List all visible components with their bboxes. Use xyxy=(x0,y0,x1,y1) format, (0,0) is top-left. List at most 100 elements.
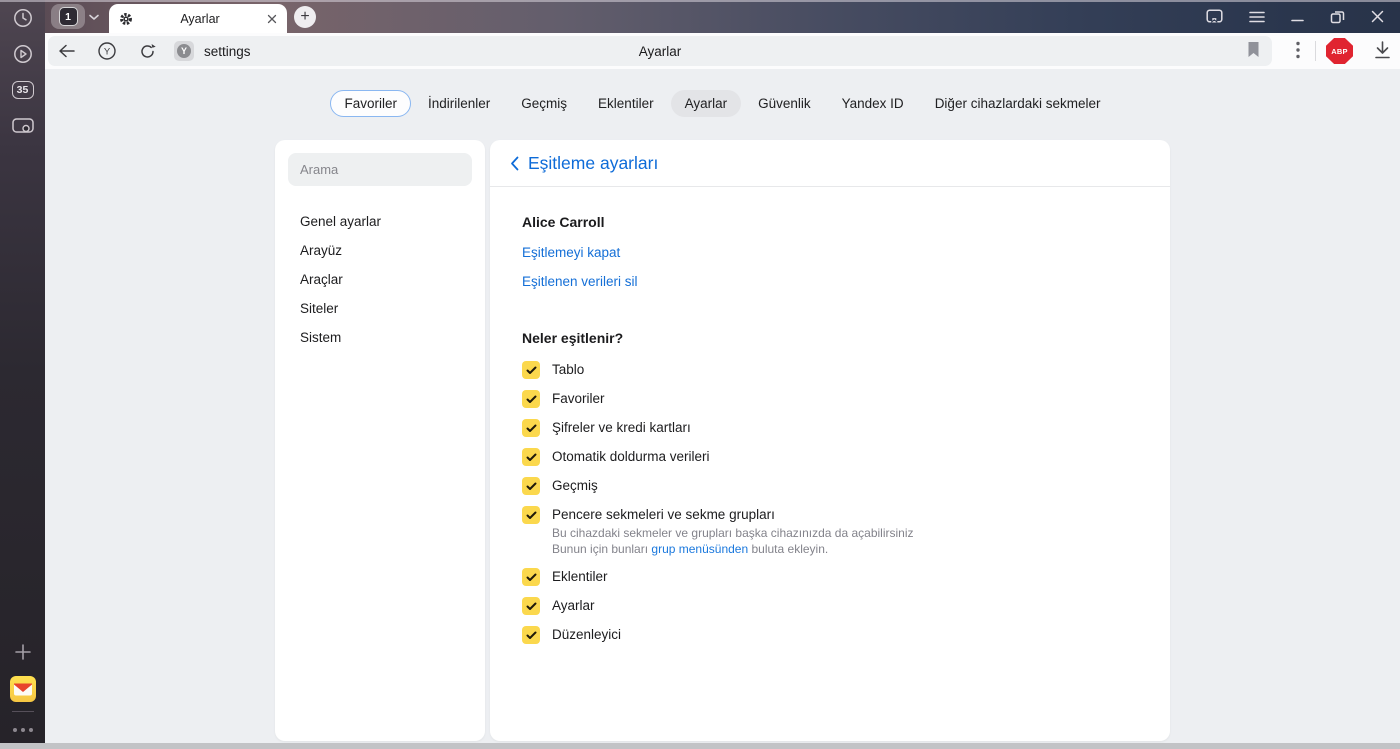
chevron-left-icon xyxy=(510,156,519,171)
sync-description: Bu cihazdaki sekmeler ve grupları başka … xyxy=(552,526,914,557)
new-tab-button[interactable]: + xyxy=(294,5,316,28)
omnibox[interactable]: Y Y settings Ayarlar xyxy=(48,36,1272,66)
screenshot-button[interactable] xyxy=(0,108,45,144)
omnibox-page-title: Ayarlar xyxy=(638,43,682,59)
window-close-button[interactable] xyxy=(1371,10,1384,23)
browser-tab-ayarlar[interactable]: Ayarlar xyxy=(109,4,287,33)
settings-page: Favoriler İndirilenler Geçmiş Eklentiler… xyxy=(45,69,1400,743)
ellipsis-icon xyxy=(12,728,33,732)
plus-icon xyxy=(13,642,33,662)
description-line2-suffix: buluta ekleyin. xyxy=(748,541,829,556)
close-icon xyxy=(267,14,277,24)
extensions-menu-button[interactable] xyxy=(1296,41,1300,59)
url-text: settings xyxy=(204,43,251,59)
add-panel-button[interactable] xyxy=(0,634,45,670)
all-tabs-button[interactable]: 35 xyxy=(0,72,45,108)
bookmark-page-button[interactable] xyxy=(1247,41,1260,58)
checkbox-favoriler[interactable] xyxy=(522,390,540,408)
sync-row-otomatik-doldurma: Otomatik doldurma verileri xyxy=(522,448,1138,466)
sync-label[interactable]: Şifreler ve kredi kartları xyxy=(552,419,691,437)
gear-icon xyxy=(119,12,133,26)
nav-tab-eklentiler[interactable]: Eklentiler xyxy=(584,90,668,117)
protect-button[interactable]: Y xyxy=(97,41,117,61)
sidebar-item-arayuz[interactable]: Arayüz xyxy=(288,236,472,265)
nav-tab-ayarlar[interactable]: Ayarlar xyxy=(670,90,742,117)
download-icon xyxy=(1373,40,1392,60)
bookmarks-panel-button[interactable] xyxy=(1206,8,1223,25)
nav-tab-diger-cihazlar[interactable]: Diğer cihazlardaki sekmeler xyxy=(921,90,1115,117)
tab-close-button[interactable] xyxy=(267,14,277,24)
yandex-favicon-icon: Y xyxy=(177,44,191,58)
history-button[interactable] xyxy=(0,0,45,36)
section-title: Neler eşitlenir? xyxy=(522,330,624,346)
sync-settings-header: Eşitleme ayarları xyxy=(490,140,1170,187)
checkbox-duzenleyici[interactable] xyxy=(522,626,540,644)
refresh-button[interactable] xyxy=(139,43,156,60)
checkbox-tablo[interactable] xyxy=(522,361,540,379)
checkbox-ayarlar[interactable] xyxy=(522,597,540,615)
settings-sections-list: Genel ayarlar Arayüz Araçlar Siteler Sis… xyxy=(288,207,472,352)
nav-tab-indirilenler[interactable]: İndirilenler xyxy=(414,90,504,117)
sync-label[interactable]: Otomatik doldurma verileri xyxy=(552,448,710,466)
nav-tab-gecmis[interactable]: Geçmiş xyxy=(507,90,581,117)
close-icon xyxy=(1371,10,1384,23)
checkbox-sifreler[interactable] xyxy=(522,419,540,437)
checkbox-eklentiler[interactable] xyxy=(522,568,540,586)
checkbox-otomatik-doldurma[interactable] xyxy=(522,448,540,466)
mail-button[interactable] xyxy=(0,670,45,708)
addressbar-row: Y Y settings Ayarlar ABP xyxy=(45,33,1400,69)
delete-synced-data-link[interactable]: Eşitlenen verileri sil xyxy=(522,274,1138,292)
browser-window: 35 1 Ayarlar + Y Y settings Ayarlar ABP … xyxy=(0,0,1400,749)
tab-count-badge: 35 xyxy=(11,81,34,99)
browser-menu-button[interactable] xyxy=(1249,11,1265,23)
sync-row-sifreler: Şifreler ve kredi kartları xyxy=(522,419,1138,437)
sync-label[interactable]: Geçmiş xyxy=(552,477,598,495)
tab-counter-value: 1 xyxy=(58,7,78,26)
sync-row-pencere-sekmeleri: Pencere sekmeleri ve sekme grupları Bu c… xyxy=(522,506,1138,557)
yandex-circle-icon: Y xyxy=(97,41,117,61)
sync-label[interactable]: Eklentiler xyxy=(552,568,608,586)
nav-tab-yandex-id[interactable]: Yandex ID xyxy=(828,90,918,117)
hamburger-icon xyxy=(1249,11,1265,23)
back-button[interactable] xyxy=(58,44,75,58)
rail-more-button[interactable] xyxy=(0,717,45,743)
sync-label[interactable]: Düzenleyici xyxy=(552,626,621,644)
sidebar-item-sistem[interactable]: Sistem xyxy=(288,323,472,352)
checkbox-pencere-sekmeleri[interactable] xyxy=(522,506,540,524)
sync-row-favoriler: Favoriler xyxy=(522,390,1138,408)
nav-tab-guvenlik[interactable]: Güvenlik xyxy=(744,90,825,117)
account-name: Alice Carroll xyxy=(522,214,605,230)
tab-list-dropdown[interactable] xyxy=(88,4,100,29)
disable-sync-link[interactable]: Eşitlemeyi kapat xyxy=(522,245,1138,263)
refresh-icon xyxy=(139,43,156,60)
sync-settings-card: Eşitleme ayarları Alice Carroll Eşitleme… xyxy=(490,140,1170,741)
downloads-button[interactable] xyxy=(1373,40,1392,60)
plus-icon: + xyxy=(300,7,310,25)
back-to-settings-button[interactable] xyxy=(510,156,519,171)
play-circle-icon xyxy=(12,43,34,65)
settings-sidebar: Genel ayarlar Arayüz Araçlar Siteler Sis… xyxy=(275,140,485,741)
nav-tab-favoriler[interactable]: Favoriler xyxy=(330,90,411,117)
minimize-button[interactable] xyxy=(1291,11,1304,23)
sync-label[interactable]: Favoriler xyxy=(552,390,605,408)
description-line1: Bu cihazdaki sekmeler ve grupları başka … xyxy=(552,526,914,540)
sync-label[interactable]: Pencere sekmeleri ve sekme grupları xyxy=(552,506,914,524)
search-input[interactable] xyxy=(288,153,472,186)
sync-label[interactable]: Ayarlar xyxy=(552,597,595,615)
yandex-mail-icon xyxy=(9,676,36,702)
kebab-icon xyxy=(1296,41,1300,59)
sidebar-item-siteler[interactable]: Siteler xyxy=(288,294,472,323)
checkbox-gecmis[interactable] xyxy=(522,477,540,495)
sidebar-item-genel-ayarlar[interactable]: Genel ayarlar xyxy=(288,207,472,236)
restore-icon xyxy=(1330,10,1345,24)
adblock-plus-button[interactable]: ABP xyxy=(1326,38,1353,64)
video-button[interactable] xyxy=(0,36,45,72)
group-menu-link[interactable]: grup menüsünden xyxy=(651,542,748,556)
restore-button[interactable] xyxy=(1330,10,1345,24)
sidebar-item-araclar[interactable]: Araçlar xyxy=(288,265,472,294)
chevron-down-icon xyxy=(88,13,100,21)
sync-row-gecmis: Geçmiş xyxy=(522,477,1138,495)
tab-counter-button[interactable]: 1 xyxy=(51,4,85,29)
page-title: Eşitleme ayarları xyxy=(528,152,659,173)
sync-label[interactable]: Tablo xyxy=(552,361,584,379)
